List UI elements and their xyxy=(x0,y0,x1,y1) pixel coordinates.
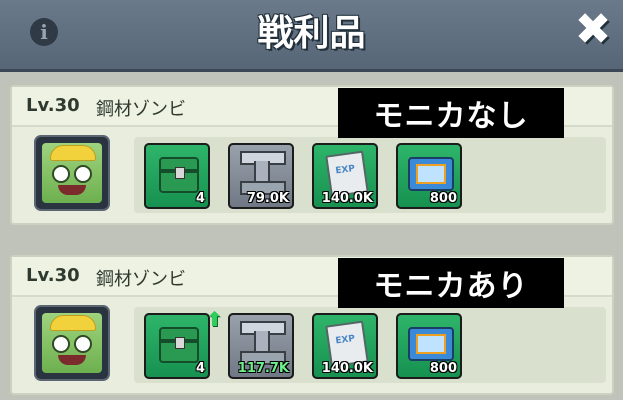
reward-qty: 140.0K xyxy=(321,361,373,376)
annotation-label: モニカあり xyxy=(338,258,564,308)
zombie-face-icon xyxy=(42,313,102,373)
reward-item-exp[interactable]: EXP 140.0K xyxy=(312,143,378,209)
close-icon[interactable]: ✖ xyxy=(571,8,615,52)
enemy-level: Lv.30 xyxy=(26,95,80,116)
reward-item-ticket[interactable]: 800 xyxy=(396,143,462,209)
enemy-level: Lv.30 xyxy=(26,265,80,286)
chest-icon xyxy=(159,157,199,193)
reward-item-chest[interactable]: 4 xyxy=(144,143,210,209)
reward-qty: 800 xyxy=(429,361,457,376)
enemy-name: 鋼材ゾンビ xyxy=(96,269,186,290)
reward-list: 4 117.7K EXP 140.0K 800 xyxy=(134,307,606,383)
reward-item-steel[interactable]: 79.0K xyxy=(228,143,294,209)
ticket-icon xyxy=(408,157,454,191)
reward-qty: 800 xyxy=(429,191,457,206)
reward-qty: 79.0K xyxy=(246,191,289,206)
reward-item-chest[interactable]: 4 xyxy=(144,313,210,379)
reward-qty: 4 xyxy=(195,361,205,376)
ticket-icon xyxy=(408,327,454,361)
reward-qty: 117.7K xyxy=(237,361,289,376)
annotation-label: モニカなし xyxy=(338,88,564,138)
loot-header: i 戦利品 ✖ xyxy=(0,0,623,72)
page-title: 戦利品 xyxy=(257,13,366,54)
steel-beam-icon xyxy=(240,321,286,365)
zombie-face-icon xyxy=(42,143,102,203)
zombie-avatar[interactable] xyxy=(36,137,108,209)
reward-qty: 4 xyxy=(195,191,205,206)
steel-beam-icon xyxy=(240,151,286,195)
chest-icon xyxy=(159,327,199,363)
reward-list: 4 79.0K EXP 140.0K 800 xyxy=(134,137,606,213)
reward-item-steel[interactable]: 117.7K xyxy=(228,313,294,379)
enemy-name: 鋼材ゾンビ xyxy=(96,99,186,120)
boost-arrow-icon: ⬆ xyxy=(206,307,223,331)
reward-qty: 140.0K xyxy=(321,191,373,206)
reward-item-ticket[interactable]: 800 xyxy=(396,313,462,379)
zombie-avatar[interactable] xyxy=(36,307,108,379)
reward-item-exp[interactable]: EXP 140.0K xyxy=(312,313,378,379)
